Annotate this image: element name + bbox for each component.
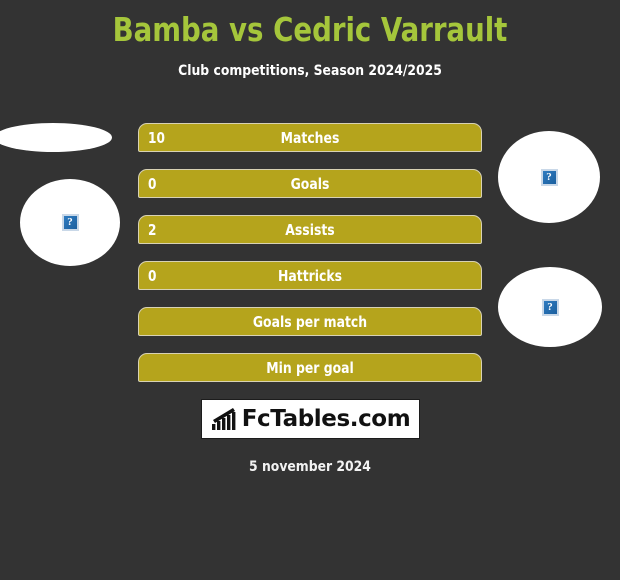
stat-label: Min per goal <box>266 359 354 377</box>
stat-label: Assists <box>285 221 335 239</box>
stat-row-goals-per-match: Goals per match <box>138 307 482 336</box>
stat-label: Goals per match <box>252 313 368 331</box>
stat-label: Matches <box>280 129 340 147</box>
player-photo-right-top: ? <box>498 131 600 223</box>
page-subtitle: Club competitions, Season 2024/2025 <box>178 63 442 79</box>
stats-bar-list: 10 Matches 0 Goals 2 Assists 0 Hattricks… <box>138 123 482 382</box>
page-title: Bamba vs Cedric Varrault <box>112 10 508 49</box>
stat-row-matches: 10 Matches <box>138 123 482 152</box>
stat-row-goals: 0 Goals <box>138 169 482 198</box>
broken-image-icon: ? <box>541 298 559 316</box>
fctables-logo[interactable]: FcTables.com <box>201 399 420 439</box>
fctables-logo-text: FcTables.com <box>241 406 411 432</box>
stat-label: Goals <box>290 175 330 193</box>
comparison-infographic: Bamba vs Cedric Varrault Club competitio… <box>0 0 620 580</box>
stat-label: Hattricks <box>277 267 343 285</box>
stat-row-assists: 2 Assists <box>138 215 482 244</box>
player-photo-left-main: ? <box>20 179 120 266</box>
player-photo-left-top <box>0 123 112 152</box>
broken-image-icon: ? <box>540 168 558 186</box>
stat-row-hattricks: 0 Hattricks <box>138 261 482 290</box>
stat-row-min-per-goal: Min per goal <box>138 353 482 382</box>
player-photo-right-main: ? <box>498 267 602 347</box>
broken-image-icon: ? <box>61 214 79 231</box>
generated-date: 5 november 2024 <box>249 459 371 475</box>
bar-chart-growth-icon <box>211 408 236 430</box>
